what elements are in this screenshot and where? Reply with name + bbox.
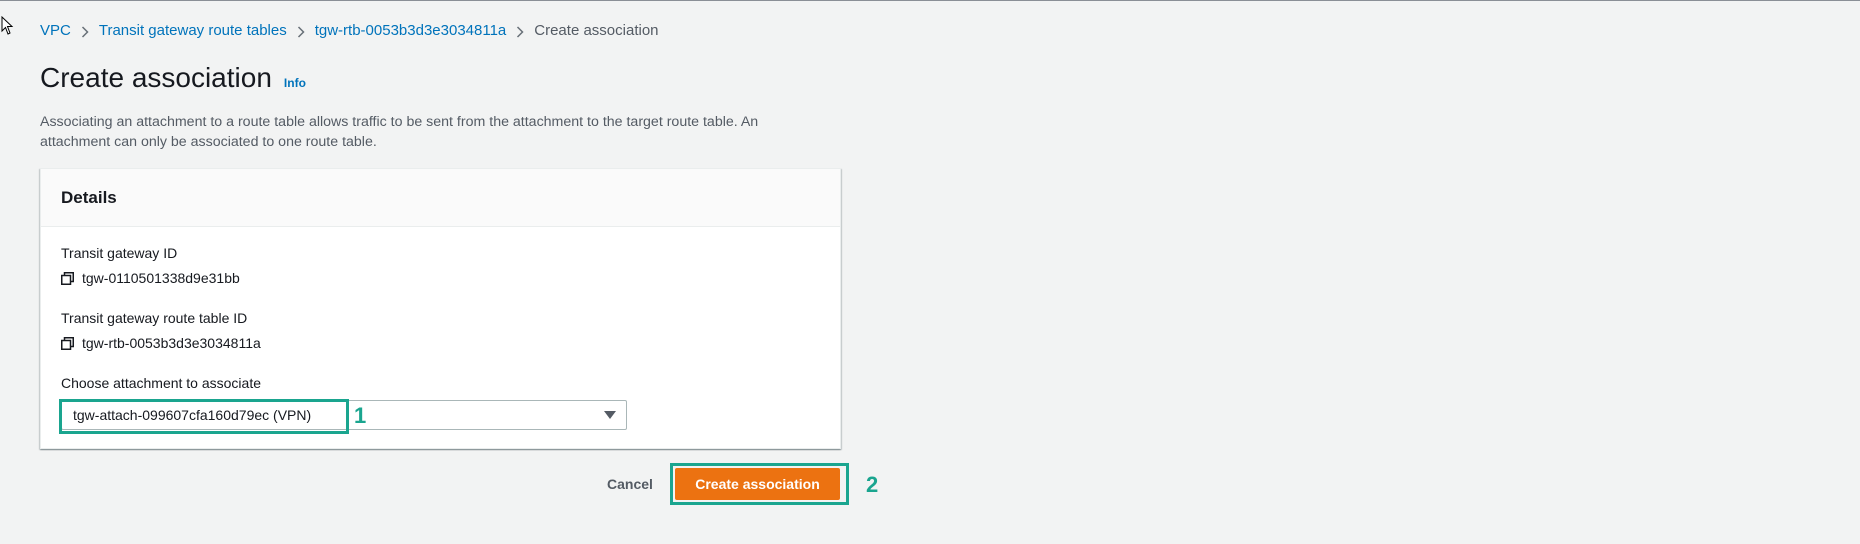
caret-down-icon xyxy=(604,411,616,419)
breadcrumb-current-page: Create association xyxy=(534,22,659,39)
cancel-button[interactable]: Cancel xyxy=(606,473,654,495)
page-description: Associating an attachment to a route tab… xyxy=(40,114,759,150)
attachment-select-label: Choose attachment to associate xyxy=(61,375,262,391)
mouse-pointer-icon xyxy=(1,16,14,35)
details-panel: Details Transit gateway ID tgw-011050133… xyxy=(40,168,841,449)
chevron-right-icon xyxy=(506,23,534,39)
attachment-select-value: tgw-attach-099607cfa160d79ec (VPN) xyxy=(73,407,312,423)
copy-icon[interactable] xyxy=(61,271,74,285)
breadcrumb-link-route-tables[interactable]: Transit gateway route tables xyxy=(99,22,287,39)
attachment-select[interactable]: tgw-attach-099607cfa160d79ec (VPN) xyxy=(61,400,627,430)
breadcrumb-link-route-table-id[interactable]: tgw-rtb-0053b3d3e3034811a xyxy=(315,22,507,39)
breadcrumb: VPC Transit gateway route tables tgw-rtb… xyxy=(40,22,659,39)
page-header: Create association Info xyxy=(40,62,306,94)
details-panel-title: Details xyxy=(61,187,117,207)
info-link[interactable]: Info xyxy=(284,76,306,90)
transit-gateway-id-value-row: tgw-0110501338d9e31bb xyxy=(61,270,240,286)
transit-gateway-id-label: Transit gateway ID xyxy=(61,245,178,261)
route-table-id-value-row: tgw-rtb-0053b3d3e3034811a xyxy=(61,335,261,351)
chevron-right-icon xyxy=(71,23,99,39)
details-panel-header: Details xyxy=(41,169,840,227)
route-table-id-label: Transit gateway route table ID xyxy=(61,310,248,326)
annotation-step-1: 1 xyxy=(354,403,367,428)
annotation-step-2: 2 xyxy=(866,472,879,497)
copy-icon[interactable] xyxy=(61,336,74,350)
breadcrumb-link-vpc[interactable]: VPC xyxy=(40,22,71,39)
chevron-right-icon xyxy=(287,23,315,39)
create-association-button[interactable]: Create association xyxy=(675,468,840,500)
transit-gateway-id-value: tgw-0110501338d9e31bb xyxy=(82,270,240,286)
route-table-id-value: tgw-rtb-0053b3d3e3034811a xyxy=(82,335,261,351)
window-top-border xyxy=(0,0,1860,1)
page-title: Create association xyxy=(40,62,272,93)
